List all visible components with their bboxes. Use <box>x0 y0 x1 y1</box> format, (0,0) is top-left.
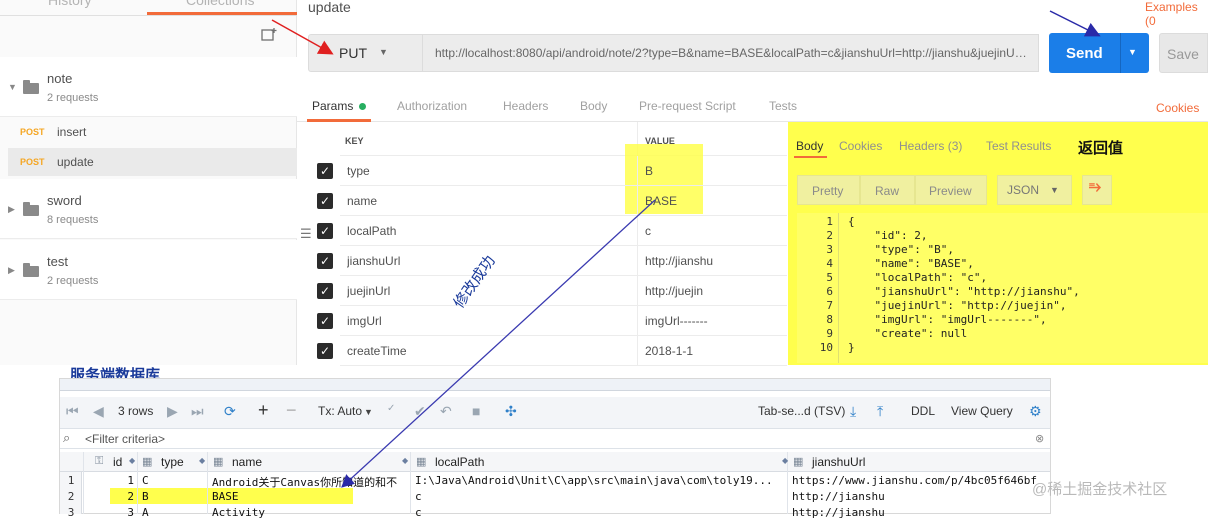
key-column-icon: ⚿ <box>95 455 104 467</box>
table-cell-jianshuurl[interactable]: http://jianshu <box>792 506 1047 519</box>
table-cell-id[interactable]: 1 <box>84 474 134 487</box>
column-icon: ▦ <box>793 456 804 468</box>
table-cell-id[interactable]: 3 <box>84 506 134 519</box>
table-cell-name[interactable]: Android关于Canvas你所知道的和不 <box>212 474 408 490</box>
grid-columns: ⚿ id ◆ ▦ type ◆ ▦ name ◆ ▦ localPath ◆ ▦ jianshuUrl 1 1… <box>0 0 1208 519</box>
column-separator[interactable] <box>410 452 411 514</box>
table-cell-name[interactable]: BASE <box>212 490 408 503</box>
column-icon: ▦ <box>142 456 153 468</box>
column-separator[interactable] <box>137 452 138 514</box>
table-cell-jianshuurl[interactable]: http://jianshu <box>792 490 1047 503</box>
column-header-id[interactable]: id <box>113 455 122 469</box>
table-cell-type[interactable]: C <box>142 474 200 487</box>
table-cell-jianshuurl[interactable]: https://www.jianshu.com/p/4bc05f646bf <box>792 474 1047 487</box>
column-header-jianshuurl[interactable]: jianshuUrl <box>812 455 865 469</box>
watermark-text: @稀土掘金技术社区 <box>1032 481 1168 498</box>
table-cell-type[interactable]: B <box>142 490 200 503</box>
column-separator[interactable] <box>207 452 208 514</box>
table-cell-localpath[interactable]: c <box>415 506 785 519</box>
table-cell-type[interactable]: A <box>142 506 200 519</box>
row-number[interactable]: 2 <box>60 490 82 503</box>
sort-icon[interactable]: ◆ <box>402 456 408 465</box>
table-cell-localpath[interactable]: c <box>415 490 785 503</box>
column-header-type[interactable]: type <box>161 455 184 469</box>
column-header-localpath[interactable]: localPath <box>435 455 484 469</box>
table-cell-id[interactable]: 2 <box>84 490 134 503</box>
column-icon: ▦ <box>416 456 427 468</box>
table-cell-name[interactable]: Activity <box>212 506 408 519</box>
sort-icon[interactable]: ◆ <box>129 456 135 465</box>
table-cell-localpath[interactable]: I:\Java\Android\Unit\C\app\src\main\java… <box>415 474 785 487</box>
sort-icon[interactable]: ◆ <box>782 456 788 465</box>
sort-icon[interactable]: ◆ <box>199 456 205 465</box>
column-icon: ▦ <box>213 456 224 468</box>
row-number[interactable]: 1 <box>60 474 82 487</box>
column-header-name[interactable]: name <box>232 455 262 469</box>
row-number[interactable]: 3 <box>60 506 82 519</box>
